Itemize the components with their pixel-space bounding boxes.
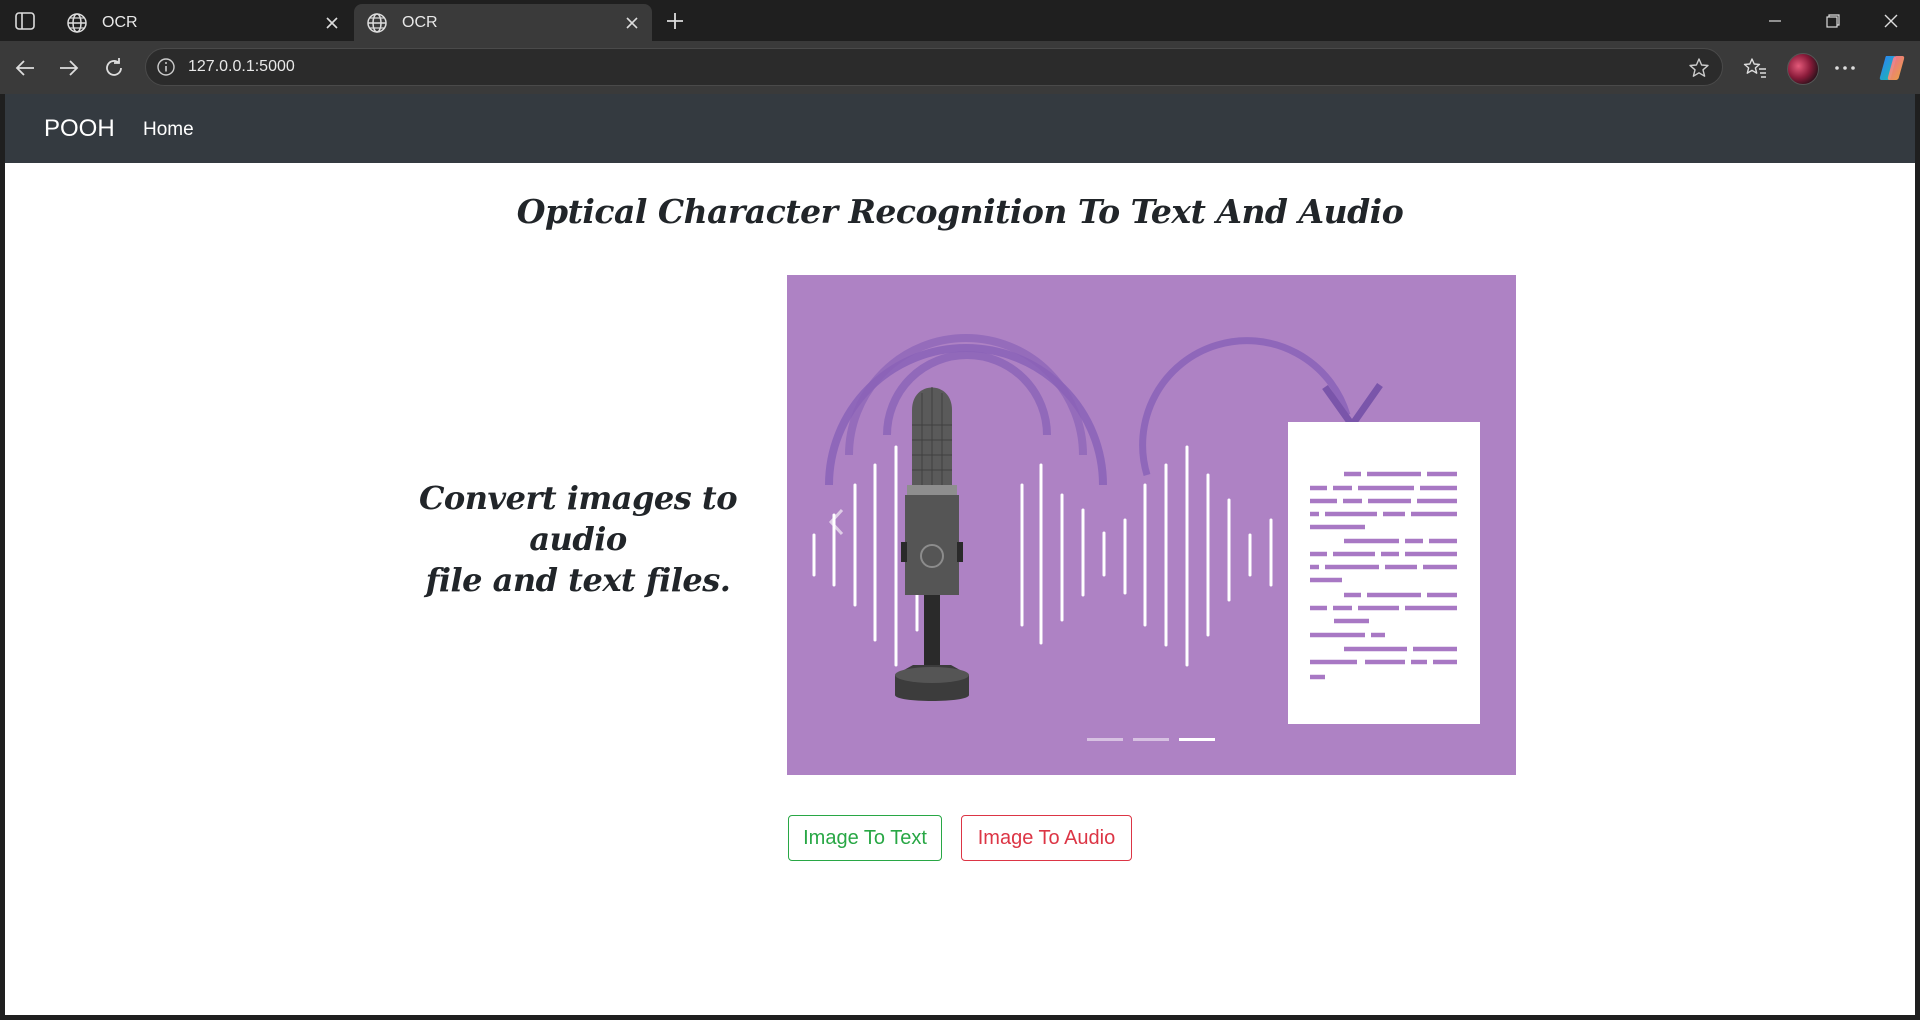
tab-actions-icon[interactable] xyxy=(8,8,42,34)
carousel-indicator-3[interactable] xyxy=(1179,738,1215,741)
tab-title: OCR xyxy=(402,13,438,31)
carousel-indicator-1[interactable] xyxy=(1087,738,1123,741)
back-icon[interactable] xyxy=(10,53,40,83)
refresh-icon[interactable] xyxy=(99,53,129,83)
chevron-left-icon[interactable] xyxy=(827,507,857,547)
carousel-indicator-2[interactable] xyxy=(1133,738,1169,741)
restore-icon[interactable] xyxy=(1804,0,1862,41)
carousel-slide-image xyxy=(812,334,1480,724)
page-viewport: POOH Home Optical Character Recognition … xyxy=(5,94,1915,1015)
new-tab-icon[interactable] xyxy=(662,8,688,34)
globe-icon xyxy=(66,12,88,34)
page-title: Optical Character Recognition To Text An… xyxy=(516,192,1404,231)
tab-ocr-2[interactable]: OCR xyxy=(354,4,652,41)
close-icon[interactable] xyxy=(322,13,342,33)
forward-icon[interactable] xyxy=(54,53,84,83)
minimize-icon[interactable] xyxy=(1746,0,1804,41)
browser-toolbar: 127.0.0.1:5000 xyxy=(0,41,1920,94)
copilot-icon[interactable] xyxy=(1877,53,1907,83)
globe-icon xyxy=(366,12,388,34)
image-to-audio-button[interactable]: Image To Audio xyxy=(961,815,1132,861)
close-icon[interactable] xyxy=(622,13,642,33)
favorites-icon[interactable] xyxy=(1740,53,1770,83)
tagline-line-2: file and text files. xyxy=(425,561,731,599)
site-navbar: POOH Home xyxy=(5,94,1915,163)
profile-avatar[interactable] xyxy=(1787,53,1819,85)
url-text[interactable]: 127.0.0.1:5000 xyxy=(188,58,295,76)
star-icon[interactable] xyxy=(1688,57,1710,79)
navbar-brand[interactable]: POOH xyxy=(44,115,115,143)
info-icon[interactable] xyxy=(156,57,176,77)
more-icon[interactable] xyxy=(1830,53,1860,83)
nav-link-home[interactable]: Home xyxy=(143,119,194,141)
address-bar[interactable]: 127.0.0.1:5000 xyxy=(145,48,1723,86)
image-to-text-button[interactable]: Image To Text xyxy=(788,815,942,861)
tagline-line-1: Convert images to audio xyxy=(418,479,738,558)
tab-ocr-1[interactable]: OCR xyxy=(54,4,352,41)
close-window-icon[interactable] xyxy=(1862,0,1920,41)
browser-tab-bar: OCR OCR xyxy=(0,0,1920,41)
carousel[interactable] xyxy=(787,275,1516,775)
tagline: Convert images to audio file and text fi… xyxy=(403,478,753,601)
tab-title: OCR xyxy=(102,13,138,31)
